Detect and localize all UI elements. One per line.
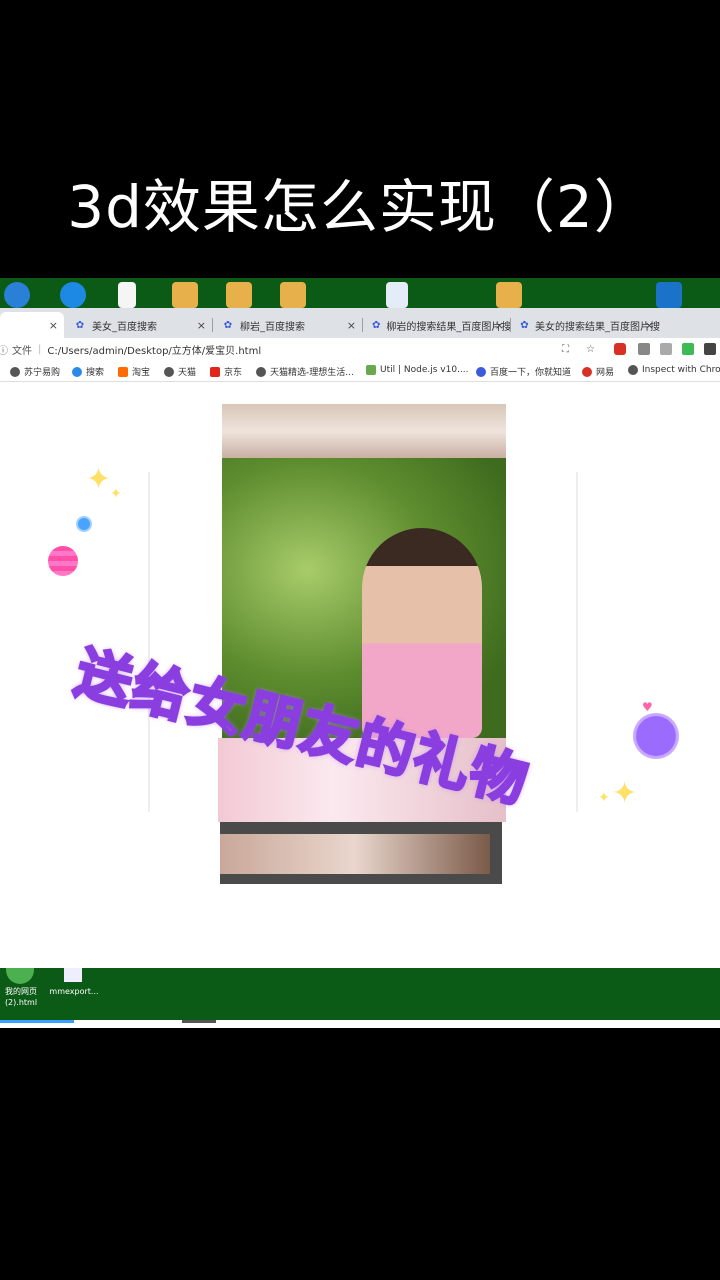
bookmark-label: 搜索: [86, 368, 105, 378]
chrome-doc2-icon[interactable]: [496, 282, 522, 308]
extension2-icon[interactable]: [660, 343, 672, 355]
bookmark-label: 淘宝: [132, 368, 151, 378]
baidu-paw-icon: ✿: [372, 319, 381, 331]
planet-icon: [48, 546, 78, 576]
address-bar[interactable]: ⓘ 文件 | C:/Users/admin/Desktop/立方体/爱宝贝.ht…: [0, 338, 720, 360]
bookmark-nodejs[interactable]: Util | Node.js v10....: [366, 365, 469, 375]
tab-active[interactable]: ×: [0, 312, 64, 338]
tab-meinv[interactable]: ✿ 美女_百度搜索 ×: [66, 312, 212, 338]
desktop-file-label: mmexport...: [49, 987, 99, 996]
k-app-icon[interactable]: [60, 282, 86, 308]
tab-label: 柳岩_百度搜索: [240, 321, 305, 333]
cube-edge: [148, 472, 150, 812]
scheme-label: 文件: [12, 345, 32, 357]
bookmark-baidu[interactable]: 百度一下，你就知道: [476, 365, 571, 378]
bookmark-label: Inspect with Chro...: [642, 365, 720, 375]
url-text[interactable]: C:/Users/admin/Desktop/立方体/爱宝贝.html: [47, 342, 261, 357]
globe-icon: [256, 366, 266, 377]
vscode-icon[interactable]: [656, 282, 682, 308]
search-icon: [72, 366, 82, 377]
bookmark-jd[interactable]: 京东: [210, 365, 242, 378]
bookmark-label: Util | Node.js v10....: [380, 365, 469, 375]
tab-divider: [212, 318, 213, 332]
tab-label: 柳岩的搜索结果_百度图片搜: [386, 321, 510, 333]
file-icon[interactable]: [118, 282, 136, 308]
close-icon[interactable]: ×: [347, 319, 356, 332]
heart-icon: ♥: [642, 700, 653, 714]
close-icon[interactable]: ×: [49, 319, 58, 332]
baidu-paw-icon: ✿: [223, 319, 233, 331]
image-file-icon[interactable]: [64, 968, 82, 982]
cube-face-bottom: [220, 822, 502, 884]
baidu-paw-icon: [476, 366, 486, 377]
desktop-bottom: 我的网页 (2).html mmexport...: [0, 968, 720, 1020]
progress-strip-2: [182, 1020, 216, 1023]
globe-icon: [10, 366, 20, 377]
desktop-icon-row: [0, 278, 720, 308]
tab-label: 美女的搜索结果_百度图片搜: [535, 321, 660, 333]
photo-strip: [220, 834, 490, 874]
cube-edge: [576, 472, 578, 812]
star-icon[interactable]: ☆: [586, 344, 595, 355]
extension4-icon[interactable]: [704, 343, 716, 355]
bookmark-label: 百度一下，你就知道: [490, 368, 572, 378]
html-doc-icon[interactable]: [280, 282, 306, 308]
bookmark-tmall[interactable]: 天猫: [164, 365, 196, 378]
adblock-icon[interactable]: [614, 343, 626, 355]
baidu-paw-icon: ✿: [520, 319, 529, 331]
bookmark-netease[interactable]: 网易: [582, 365, 614, 378]
netease-icon: [582, 366, 592, 377]
tab-divider: [362, 318, 363, 332]
bookmark-tmall-select[interactable]: 天猫精选-理想生活...: [256, 365, 354, 378]
bookmark-search[interactable]: 搜索: [72, 365, 104, 378]
close-icon[interactable]: ×: [495, 319, 504, 332]
sparkle-icon: ✦: [110, 486, 122, 502]
sparkle-icon: ✦: [86, 462, 112, 497]
video-frame: 3d效果怎么实现（2） × ✿ 美女_百度搜索 × ✿ 柳岩_百度搜索 × ✿ …: [0, 0, 720, 1280]
bookmark-inspect[interactable]: Inspect with Chro...: [628, 365, 720, 375]
terminal-icon[interactable]: [4, 282, 30, 308]
dot-icon: [76, 516, 92, 532]
globe-icon: [628, 365, 638, 375]
close-icon[interactable]: ×: [645, 319, 654, 332]
bookmark-label: 天猫: [178, 368, 197, 378]
tab-meinv-images[interactable]: ✿ 美女的搜索结果_百度图片搜 ×: [512, 312, 660, 338]
baidu-paw-icon: ✿: [75, 319, 85, 331]
translate-icon[interactable]: ⛶: [562, 344, 569, 355]
video-title: 3d效果怎么实现（2）: [67, 173, 653, 241]
jd-icon: [210, 366, 220, 377]
tab-label: 美女_百度搜索: [92, 321, 157, 333]
close-icon[interactable]: ×: [197, 319, 206, 332]
planet-face-icon: [636, 716, 676, 756]
bookmark-label: 京东: [224, 368, 243, 378]
info-icon[interactable]: ⓘ: [0, 342, 8, 357]
word-doc-icon[interactable]: [386, 282, 408, 308]
bookmark-label: 网易: [596, 368, 615, 378]
bookmarks-bar: 苏宁易购 搜索 淘宝 天猫 京东 天猫精选-理想生活... Util | Nod…: [0, 360, 720, 382]
extension3-icon[interactable]: [682, 343, 694, 355]
sparkle-icon: ✦: [612, 776, 638, 811]
address-divider: |: [38, 343, 42, 355]
folder-icon[interactable]: [172, 282, 198, 308]
cube-face-top: [222, 404, 506, 458]
sparkle-icon: ✦: [598, 790, 610, 806]
bookmark-taobao[interactable]: 淘宝: [118, 365, 150, 378]
extension-icon[interactable]: [638, 343, 650, 355]
bookmark-suning[interactable]: 苏宁易购: [10, 365, 60, 378]
taobao-icon: [118, 366, 128, 377]
desktop-file-label: 我的网页 (2).html: [4, 987, 38, 1007]
chrome-doc-icon[interactable]: [226, 282, 252, 308]
tab-divider: [510, 318, 511, 332]
tab-bar: × ✿ 美女_百度搜索 × ✿ 柳岩_百度搜索 × ✿ 柳岩的搜索结果_百度图片…: [0, 308, 720, 361]
tab-liuyan[interactable]: ✿ 柳岩_百度搜索 ×: [214, 312, 362, 338]
bookmark-label: 天猫精选-理想生活...: [270, 368, 354, 378]
nodejs-icon: [366, 365, 376, 375]
progress-strip: [0, 1020, 74, 1023]
chrome-file-icon[interactable]: [6, 968, 34, 984]
globe-icon: [164, 366, 174, 377]
bookmark-label: 苏宁易购: [24, 368, 61, 378]
tab-liuyan-images[interactable]: ✿ 柳岩的搜索结果_百度图片搜 ×: [364, 312, 510, 338]
